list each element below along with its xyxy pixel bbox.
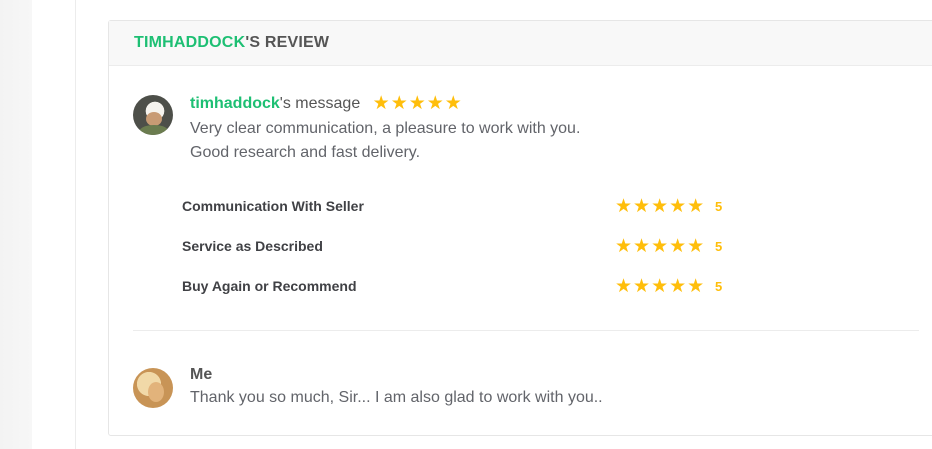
review-header-suffix: 'S REVIEW xyxy=(245,34,330,51)
page-left-divider xyxy=(75,0,76,449)
review-message-title: timhaddock's message ★★★★★ xyxy=(190,92,463,115)
rating-score-communication: 5 xyxy=(715,199,723,214)
rating-stars-recommend: ★★★★★ xyxy=(615,276,706,297)
message-title-suffix: 's message xyxy=(279,95,361,112)
review-card: TIMHADDOCK'S REVIEW timhaddock's message… xyxy=(108,20,932,436)
review-divider xyxy=(133,330,919,331)
rating-score-service: 5 xyxy=(715,239,723,254)
review-message-line-2: Good research and fast delivery. xyxy=(190,144,421,161)
reply-author-name: Me xyxy=(190,366,213,383)
reviewer-name-header[interactable]: TIMHADDOCK xyxy=(134,34,245,51)
rating-score-recommend: 5 xyxy=(715,279,723,294)
rating-stars-service: ★★★★★ xyxy=(615,236,706,257)
overall-rating-stars: ★★★★★ xyxy=(372,93,463,114)
seller-avatar[interactable] xyxy=(133,368,173,408)
reviewer-username-link[interactable]: timhaddock xyxy=(190,95,280,112)
reply-message-text: Thank you so much, Sir... I am also glad… xyxy=(190,389,603,406)
review-card-header: TIMHADDOCK'S REVIEW xyxy=(109,21,932,66)
review-message-line-1: Very clear communication, a pleasure to … xyxy=(190,120,581,137)
rating-row-label: Service as Described xyxy=(182,238,323,254)
review-message-body: Very clear communication, a pleasure to … xyxy=(190,117,580,165)
rating-stars-communication: ★★★★★ xyxy=(615,196,706,217)
reviewer-avatar[interactable] xyxy=(133,95,173,135)
page-left-shadow xyxy=(0,0,32,449)
avatar-shirt xyxy=(139,125,169,135)
avatar-face xyxy=(148,382,164,402)
rating-row-label: Buy Again or Recommend xyxy=(182,278,357,294)
avatar-face xyxy=(146,112,162,126)
rating-row-label: Communication With Seller xyxy=(182,198,364,214)
